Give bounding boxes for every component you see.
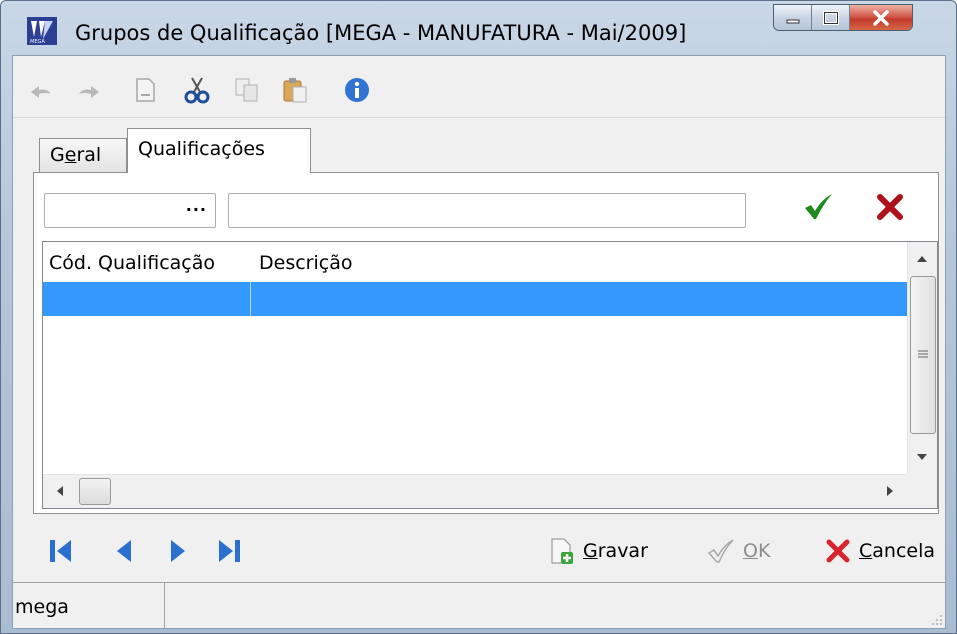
resize-grip-icon[interactable] — [931, 614, 943, 626]
paste-icon[interactable] — [281, 76, 309, 104]
save-label: ravar — [597, 540, 648, 562]
column-header-codigo[interactable]: Cód. Qualificação — [49, 252, 215, 274]
tab-geral-label-pre: G — [50, 144, 65, 166]
toolbar — [13, 56, 945, 118]
tab-geral-mnemonic: e — [64, 144, 77, 166]
app-window: MEGA Grupos de Qualificação [MEGA - MANU… — [0, 0, 957, 634]
maximize-button[interactable] — [812, 5, 850, 30]
undo-icon[interactable] — [27, 76, 55, 104]
last-record-icon[interactable] — [217, 538, 241, 564]
title-bar[interactable]: MEGA Grupos de Qualificação [MEGA - MANU… — [1, 1, 956, 55]
qualification-description-input[interactable] — [228, 193, 746, 228]
tab-geral-label-post: ral — [76, 144, 102, 166]
status-bar: mega — [13, 582, 945, 629]
previous-record-icon[interactable] — [113, 538, 137, 564]
qualifications-grid[interactable]: Cód. Qualificação Descrição — [42, 241, 938, 509]
redo-icon[interactable] — [75, 76, 103, 104]
status-user: mega — [13, 583, 165, 629]
maximize-icon — [822, 11, 839, 25]
ok-button[interactable]: OK — [707, 536, 770, 566]
cancel-mnemonic: C — [859, 540, 873, 562]
app-logo-icon: MEGA — [27, 17, 57, 45]
ok-mnemonic: O — [743, 540, 758, 562]
ok-check-icon — [707, 539, 734, 563]
grip-icon — [918, 350, 928, 358]
vertical-scroll-thumb[interactable] — [910, 276, 936, 434]
save-button[interactable]: Gravar — [549, 536, 648, 566]
tab-qualificacoes[interactable]: Qualificações — [127, 128, 311, 173]
new-document-icon[interactable] — [131, 76, 159, 104]
save-document-icon — [551, 538, 573, 564]
scroll-left-icon[interactable] — [57, 486, 63, 496]
cancel-button[interactable]: Cancela — [825, 536, 935, 566]
scroll-up-icon[interactable] — [917, 256, 927, 262]
window-title: Grupos de Qualificação [MEGA - MANUFATUR… — [75, 21, 687, 45]
svg-text:MEGA: MEGA — [30, 39, 45, 45]
close-button[interactable] — [850, 5, 912, 30]
cancel-x-icon[interactable] — [876, 193, 904, 221]
table-row[interactable] — [43, 282, 907, 316]
qualificacoes-panel: ... Cód. Qualificação Descrição — [33, 172, 939, 514]
minimize-button[interactable] — [774, 5, 812, 30]
minimize-icon — [786, 19, 799, 24]
copy-icon[interactable] — [233, 76, 261, 104]
tab-geral[interactable]: Geral — [39, 138, 127, 172]
vertical-scrollbar[interactable] — [907, 242, 937, 474]
close-icon — [873, 10, 889, 26]
navigation-bar: Gravar OK Cancela — [13, 518, 945, 582]
window-controls — [773, 4, 913, 31]
qualification-code-input[interactable]: ... — [44, 193, 216, 228]
save-mnemonic: G — [583, 540, 598, 562]
cut-icon[interactable] — [183, 76, 211, 104]
cancel-icon — [826, 539, 850, 563]
info-icon[interactable] — [343, 76, 371, 104]
client-area: Geral Qualificações ... Cód. Qualificaçã… — [12, 55, 946, 629]
scroll-right-icon[interactable] — [887, 486, 893, 496]
scroll-down-icon[interactable] — [917, 454, 927, 460]
next-record-icon[interactable] — [165, 538, 189, 564]
horizontal-scrollbar[interactable] — [43, 474, 907, 508]
ok-label: K — [757, 540, 771, 562]
grid-header: Cód. Qualificação Descrição — [43, 242, 907, 282]
confirm-check-icon[interactable] — [802, 191, 834, 223]
column-header-descricao[interactable]: Descrição — [259, 252, 352, 274]
cancel-label: ancela — [872, 540, 936, 562]
scroll-corner — [907, 474, 937, 508]
first-record-icon[interactable] — [49, 538, 73, 564]
lookup-button[interactable]: ... — [186, 196, 207, 215]
column-divider — [250, 282, 251, 316]
horizontal-scroll-thumb[interactable] — [79, 478, 111, 505]
tab-qualificacoes-label: Qualificações — [138, 138, 265, 160]
